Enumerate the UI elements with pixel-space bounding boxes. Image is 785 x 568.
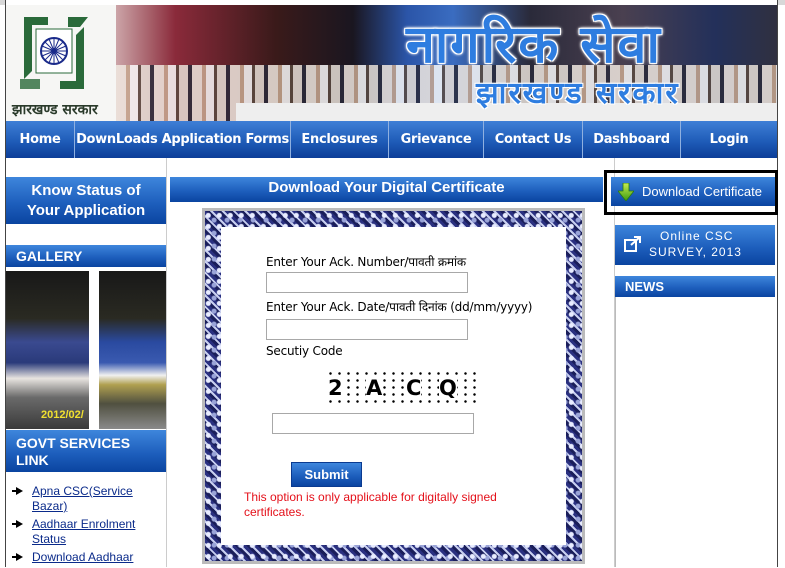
banner-title: नागरिक सेवा <box>406 15 662 75</box>
ack-date-input[interactable] <box>266 319 468 340</box>
nav-home[interactable]: Home <box>6 121 75 158</box>
ack-number-label: Enter Your Ack. Number/पावती क्रमांक <box>266 255 466 269</box>
arrow-right-icon <box>12 520 23 528</box>
banner-subtitle: झारखण्ड सरकार <box>476 76 680 111</box>
gallery: 2012/02/ <box>6 271 166 429</box>
nav-downloads-application-forms[interactable]: DownLoads Application Forms <box>75 121 291 158</box>
news-panel <box>615 297 776 567</box>
govt-services-links: Apna CSC(Service Bazar) Aadhaar Enrolmen… <box>12 484 166 568</box>
nav-login[interactable]: Login <box>681 121 777 158</box>
download-certificate-highlight <box>604 170 778 215</box>
know-status-line2: Your Application <box>26 201 146 219</box>
page-title: Download Your Digital Certificate <box>170 177 603 202</box>
captcha-char: 2 <box>328 376 343 400</box>
ornamental-border: Enter Your Ack. Number/पावती क्रमांक Ent… <box>205 211 582 561</box>
photo-date-stamp: 2012/02/ <box>41 409 84 421</box>
nav-dashboard[interactable]: Dashboard <box>583 121 681 158</box>
captcha-char: C <box>406 376 422 400</box>
digitally-signed-note: This option is only applicable for digit… <box>244 490 497 519</box>
captcha-image: 2 A C Q <box>326 370 476 406</box>
ack-number-input[interactable] <box>266 272 468 293</box>
know-status-line1: Know Status of <box>31 181 141 199</box>
security-code-input[interactable] <box>272 413 474 434</box>
left-column-divider <box>166 158 167 567</box>
nav-grievance[interactable]: Grievance <box>389 121 484 158</box>
link-apna-csc[interactable]: Apna CSC(Service Bazar) <box>32 484 133 513</box>
state-name: झारखण्ड सरकार <box>12 102 98 118</box>
online-csc-survey-button[interactable]: Online CSC SURVEY, 2013 <box>615 225 775 265</box>
link-aadhaar-enrolment-status[interactable]: Aadhaar Enrolment Status <box>32 517 135 546</box>
captcha-char: Q <box>439 376 457 400</box>
link-download-aadhaar[interactable]: Download Aadhaar <box>32 550 133 564</box>
list-item: Download Aadhaar <box>12 550 166 565</box>
logo[interactable]: झारखण्ड सरकार <box>6 5 116 121</box>
govt-services-heading: GOVT SERVICES LINK <box>6 430 166 472</box>
certificate-form: Enter Your Ack. Number/पावती क्रमांक Ent… <box>221 227 566 545</box>
nav-enclosures[interactable]: Enclosures <box>291 121 389 158</box>
list-item: Apna CSC(Service Bazar) <box>12 484 166 514</box>
know-status-button[interactable]: Know Status of Your Application <box>6 177 166 224</box>
nav-contact-us[interactable]: Contact Us <box>484 121 583 158</box>
header-banner: झारखण्ड सरकार नागरिक सेवा झारखण्ड सरकार <box>6 5 777 121</box>
gallery-photo[interactable]: 2012/02/ <box>6 271 89 429</box>
ack-date-label: Enter Your Ack. Date/पावती दिनांक (dd/mm… <box>266 300 533 314</box>
arrow-right-icon <box>12 487 23 495</box>
jharkhand-emblem-icon <box>20 17 88 89</box>
security-code-label: Secutiy Code <box>266 344 343 358</box>
external-link-icon <box>624 236 641 252</box>
list-item: Aadhaar Enrolment Status <box>12 517 166 547</box>
survey-line2: SURVEY, 2013 <box>649 245 742 259</box>
certificate-form-frame: Enter Your Ack. Number/पावती क्रमांक Ent… <box>202 208 585 564</box>
captcha-char: A <box>366 376 383 400</box>
arrow-right-icon <box>12 553 23 561</box>
gallery-photo[interactable] <box>99 271 166 429</box>
submit-button[interactable]: Submit <box>291 462 362 487</box>
survey-line1: Online CSC <box>660 229 734 243</box>
gallery-heading: GALLERY <box>6 245 166 267</box>
main-nav: Home DownLoads Application Forms Enclosu… <box>6 121 777 158</box>
news-heading: NEWS <box>615 276 775 297</box>
